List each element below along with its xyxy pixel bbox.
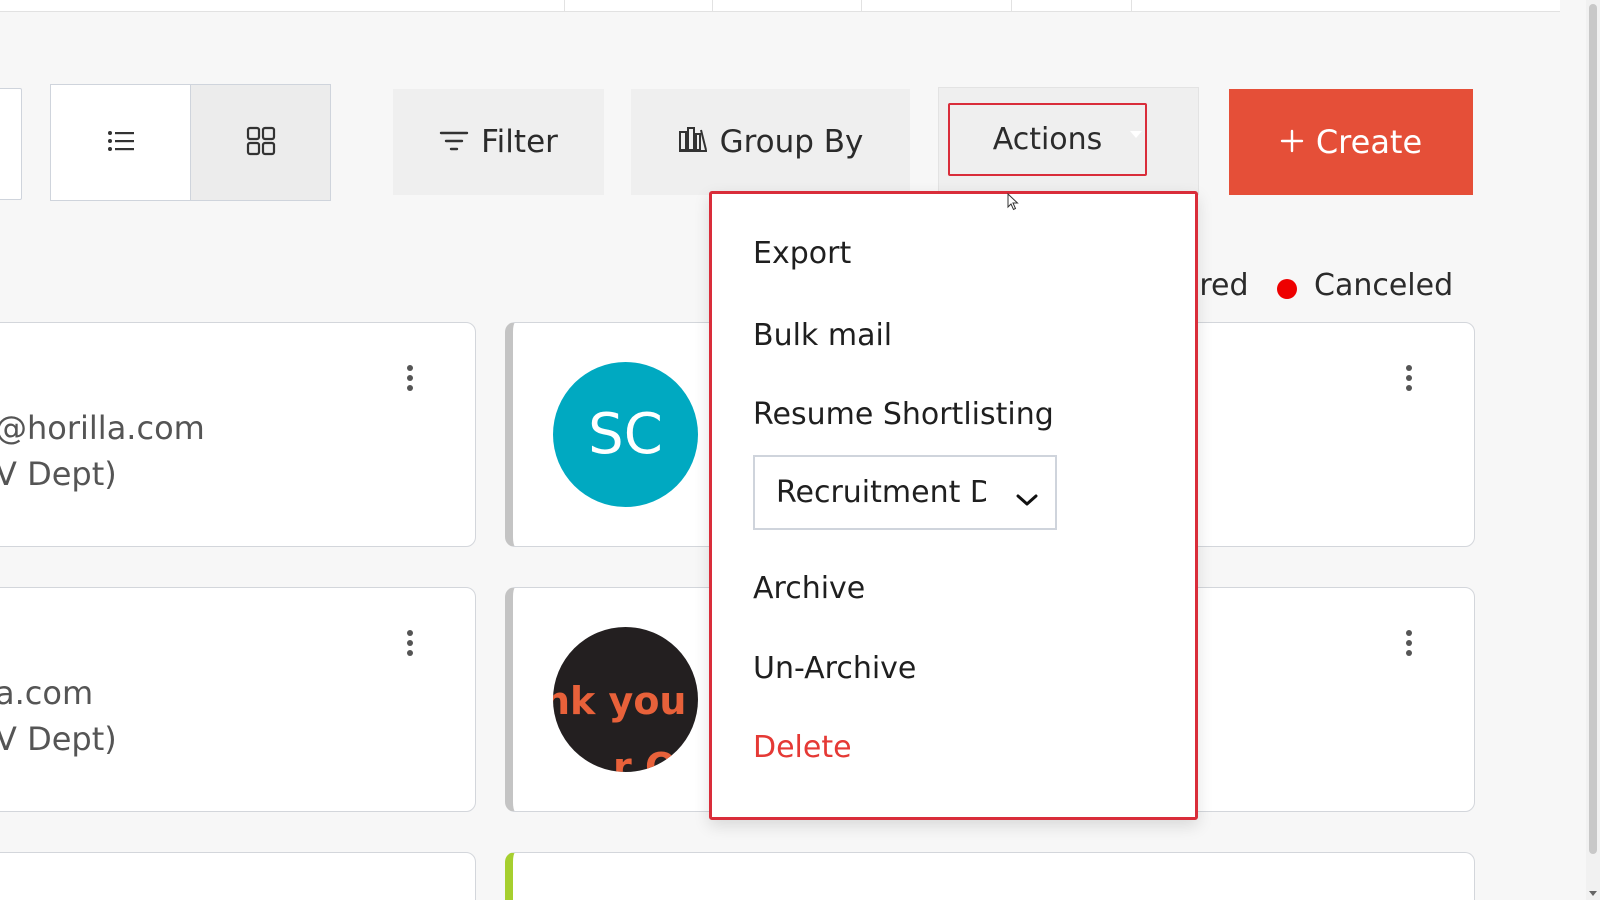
avatar-photo: nk you f r O [553,627,698,772]
filter-button[interactable]: Filter [393,89,604,195]
candidate-department: V Dept) [0,455,117,493]
kebab-menu-icon[interactable] [1406,630,1414,656]
group-by-icon [678,124,708,160]
kebab-menu-icon[interactable] [407,630,415,656]
group-by-button[interactable]: Group By [631,89,910,195]
legend-dot-canceled [1277,279,1297,299]
menu-item-archive[interactable]: Archive [753,571,865,606]
avatar-photo-text: r O [613,745,678,772]
scroll-down-arrow-icon[interactable] [1589,891,1597,896]
caret-down-icon [1130,131,1142,138]
legend-label-hired: ired [1191,268,1249,303]
view-toggle [50,84,331,201]
candidate-email: a.com [0,674,94,712]
menu-item-un-archive[interactable]: Un-Archive [753,651,916,686]
candidate-card[interactable] [505,852,1475,900]
mouse-pointer-icon [1007,192,1019,215]
actions-button[interactable]: Actions [948,103,1147,176]
grid-view-button[interactable] [190,85,330,200]
top-nav-divider [712,0,713,12]
grid-icon [246,126,276,160]
actions-dropdown-menu: Export Bulk mail Resume Shortlisting Rec… [709,191,1198,820]
chevron-down-icon [1015,481,1039,516]
create-button[interactable]: Create [1229,89,1473,195]
menu-item-export[interactable]: Export [753,236,851,271]
legend-label-canceled: Canceled [1314,268,1454,303]
candidate-card[interactable] [1150,322,1475,547]
top-nav-divider [1131,0,1132,12]
avatar-photo-text: nk you f [553,679,698,723]
candidate-card[interactable] [0,852,476,900]
filter-icon [439,124,469,160]
actions-label: Actions [992,122,1103,157]
scrollbar-thumb[interactable] [1589,4,1597,854]
candidate-email: @horilla.com [0,409,205,447]
kebab-menu-icon[interactable] [407,365,415,391]
menu-item-bulk-mail[interactable]: Bulk mail [753,318,892,353]
vertical-scrollbar[interactable] [1586,0,1600,900]
filter-label: Filter [481,124,558,160]
create-label: Create [1315,123,1423,161]
select-value: Recruitment D [776,475,986,510]
candidate-department: V Dept) [0,720,117,758]
plus-icon [1280,123,1304,161]
candidate-card[interactable] [1150,587,1475,812]
group-by-label: Group By [719,124,864,160]
list-view-button[interactable] [51,85,190,200]
candidate-card[interactable]: a.com V Dept) [0,587,476,812]
candidate-card[interactable]: @horilla.com V Dept) [0,322,476,547]
top-nav-divider [861,0,862,12]
kebab-menu-icon[interactable] [1406,365,1414,391]
search-input[interactable] [0,88,22,200]
resume-shortlisting-select[interactable]: Recruitment D [753,455,1057,530]
top-nav-divider [1011,0,1012,12]
menu-item-resume-shortlisting: Resume Shortlisting [753,397,1054,432]
avatar-initials: SC [588,402,663,467]
top-nav-divider [564,0,565,12]
top-nav-strip [0,0,1560,12]
avatar: SC [553,362,698,507]
menu-item-delete[interactable]: Delete [753,730,852,765]
list-icon [107,130,135,156]
